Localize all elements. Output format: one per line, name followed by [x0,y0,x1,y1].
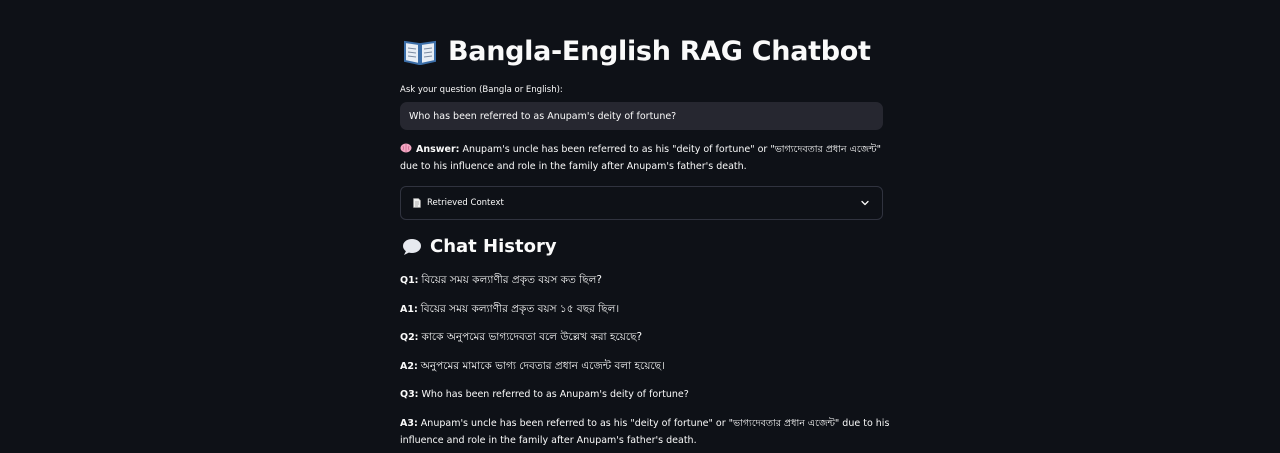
history-tag: Q2: [400,332,419,343]
speech-bubble-icon [403,238,421,255]
history-tag: Q1: [400,275,419,286]
history-text: বিয়ের সময় কল্যাণীর প্রকৃত বয়স ১৫ বছর … [420,303,620,315]
history-item: Q3: Who has been referred to as Anupam's… [400,386,890,403]
history-tag: A2: [400,361,418,372]
chat-history-heading: Chat History [402,236,557,257]
retrieved-context-expander[interactable]: Retrieved Context [400,186,883,220]
history-text: বিয়ের সময় কল্যাণীর প্রকৃত বয়স কত ছিল? [421,274,602,286]
chevron-down-icon[interactable] [860,198,870,208]
answer-prefix: Answer: [416,144,460,155]
chat-history-title: Chat History [430,236,557,257]
expander-label: Retrieved Context [427,198,504,208]
history-tag: A3: [400,418,418,429]
history-tag: A1: [400,304,418,315]
answer-block: Answer: Anupam's uncle has been referred… [400,141,890,175]
answer-text: Anupam's uncle has been referred to as h… [400,144,882,172]
history-text: অনুপমের মামাকে ভাগ্য দেবতার প্রধান এজেন্… [420,360,665,372]
history-item: A1: বিয়ের সময় কল্যাণীর প্রকৃত বয়স ১৫ … [400,301,890,318]
question-label: Ask your question (Bangla or English): [400,85,563,95]
brain-icon [400,143,412,153]
open-book-icon [404,40,436,65]
app-title: Bangla-English RAG Chatbot [448,36,871,67]
document-icon [413,198,421,208]
page-title: Bangla-English RAG Chatbot [404,36,871,67]
history-tag: Q3: [400,389,419,400]
history-item: A2: অনুপমের মামাকে ভাগ্য দেবতার প্রধান এ… [400,358,890,375]
history-item: A3: Anupam's uncle has been referred to … [400,415,890,449]
history-text: Anupam's uncle has been referred to as h… [400,418,890,446]
history-text: কাকে অনুপমের ভাগ্যদেবতা বলে উল্লেখ করা হ… [421,331,643,343]
history-item: Q1: বিয়ের সময় কল্যাণীর প্রকৃত বয়স কত … [400,272,890,289]
history-text: Who has been referred to as Anupam's dei… [421,389,689,400]
question-input[interactable] [400,102,883,130]
history-item: Q2: কাকে অনুপমের ভাগ্যদেবতা বলে উল্লেখ ক… [400,329,890,346]
